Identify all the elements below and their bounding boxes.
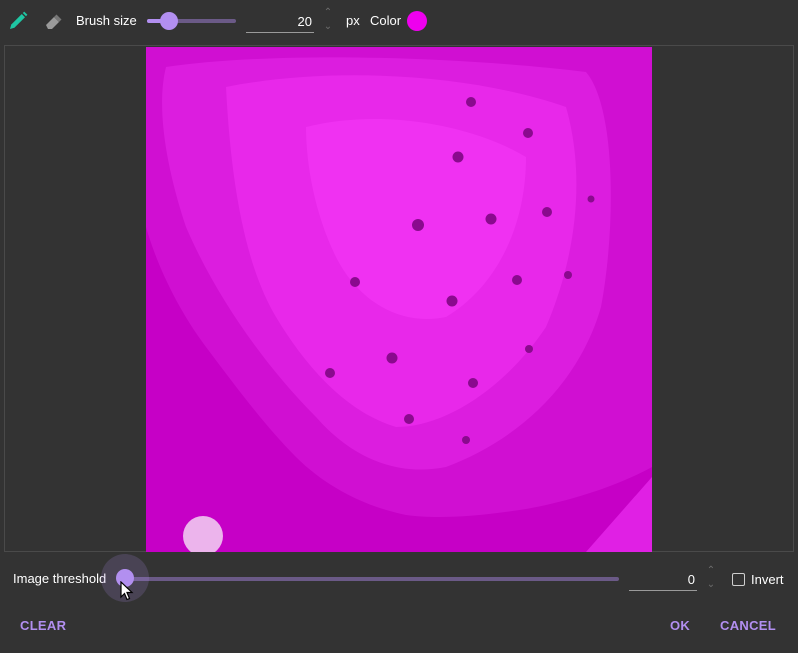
mouse-cursor-icon xyxy=(120,580,134,606)
color-picker-swatch[interactable] xyxy=(407,11,427,31)
mask-image xyxy=(146,47,652,552)
brush-size-unit: px xyxy=(346,13,360,28)
image-threshold-slider[interactable] xyxy=(125,577,619,581)
mask-canvas[interactable] xyxy=(146,47,652,552)
brush-size-decrement-icon[interactable]: ⌄ xyxy=(323,22,333,32)
toolbar: Brush size ⌃ ⌄ px Color xyxy=(0,0,798,42)
brush-size-label: Brush size xyxy=(76,13,137,28)
brush-size-increment-icon[interactable]: ⌃ xyxy=(323,8,333,18)
clear-button[interactable]: CLEAR xyxy=(20,618,66,633)
invert-checkbox[interactable] xyxy=(732,573,745,586)
cancel-button[interactable]: CANCEL xyxy=(720,618,776,633)
brush-size-input[interactable] xyxy=(246,12,314,33)
pencil-icon[interactable] xyxy=(7,10,29,32)
eraser-icon[interactable] xyxy=(42,10,64,32)
color-label: Color xyxy=(370,13,402,28)
image-threshold-label: Image threshold xyxy=(13,571,107,586)
image-threshold-input[interactable] xyxy=(629,570,697,591)
invert-label: Invert xyxy=(751,572,784,587)
threshold-decrement-icon[interactable]: ⌄ xyxy=(706,580,716,590)
threshold-increment-icon[interactable]: ⌃ xyxy=(706,566,716,576)
ok-button[interactable]: OK xyxy=(670,618,690,633)
brush-size-slider-thumb[interactable] xyxy=(160,12,179,30)
